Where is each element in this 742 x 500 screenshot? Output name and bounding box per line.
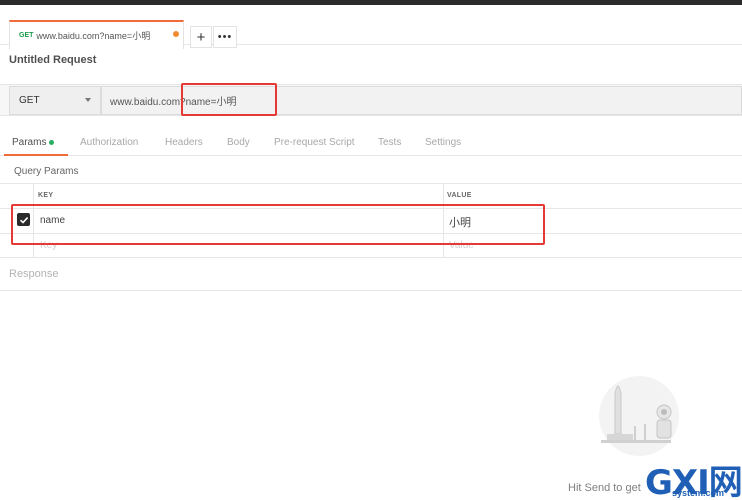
request-tab[interactable]: GET www.baidu.com?name=小明 (9, 20, 184, 49)
response-label: Response (9, 268, 59, 280)
grid-divider (0, 257, 742, 258)
param-row-highlight-box (11, 204, 545, 245)
tab-headers[interactable]: Headers (165, 137, 203, 148)
empty-response-illustration-icon (599, 376, 679, 456)
tab-pre-request-script[interactable]: Pre-request Script (274, 137, 355, 148)
query-params-title: Query Params (14, 166, 79, 177)
url-query-highlight-box (181, 83, 277, 116)
response-divider (0, 290, 742, 291)
column-header-value: VALUE (447, 192, 472, 199)
tab-settings[interactable]: Settings (425, 137, 461, 148)
site-watermark-logo: GXI网 system.com (645, 455, 742, 500)
request-tab-method: GET (19, 32, 34, 39)
tab-authorization[interactable]: Authorization (80, 137, 138, 148)
chevron-down-icon (85, 98, 91, 102)
method-select-value: GET (19, 95, 40, 106)
method-select[interactable]: GET (9, 86, 101, 115)
tab-tests[interactable]: Tests (378, 137, 401, 148)
request-tabs-bar: GET www.baidu.com?name=小明 + ••• (0, 5, 742, 49)
watermark-domain: system.com (672, 488, 725, 498)
request-tab-title: www.baidu.com?name=小明 (36, 31, 151, 41)
tab-body[interactable]: Body (227, 137, 250, 148)
params-active-dot-icon (49, 139, 55, 145)
column-header-key: KEY (38, 192, 54, 199)
unsaved-dot-icon (173, 31, 179, 37)
grid-divider (0, 183, 742, 184)
active-tab-indicator (4, 154, 68, 156)
tab-params-label: Params (12, 137, 47, 148)
send-hint-text: Hit Send to get (568, 482, 641, 494)
request-sub-tabs: Params Authorization Headers Body Pre-re… (0, 128, 742, 156)
new-tab-button[interactable]: + (190, 26, 212, 48)
request-name[interactable]: Untitled Request (9, 54, 96, 66)
tab-params[interactable]: Params (12, 137, 55, 148)
more-tabs-button[interactable]: ••• (213, 26, 237, 48)
